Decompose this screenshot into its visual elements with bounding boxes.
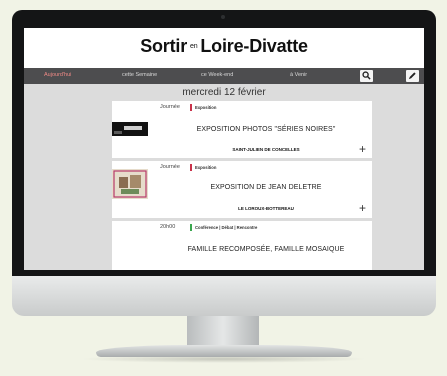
expand-button[interactable]: + xyxy=(359,202,366,214)
event-title[interactable]: FAMILLE RECOMPOSÉE, FAMILLE MOSAIQUE xyxy=(160,246,372,253)
nav-item-weekend[interactable]: ce Week-end xyxy=(201,72,233,78)
event-card-3[interactable]: 20h00 Conférence | Débat | Rencontre FAM… xyxy=(112,221,372,270)
event-card-1[interactable]: Journée Exposition EXPOSITION PHOTOS "SÉ… xyxy=(112,101,372,158)
event-time: Journée xyxy=(160,104,180,110)
pencil-icon xyxy=(408,72,416,80)
site-title-part2: Loire-Divatte xyxy=(200,36,308,56)
category-tag: Exposition xyxy=(190,104,216,111)
nav-item-today[interactable]: Aujourd'hui xyxy=(44,72,71,78)
monitor-chin xyxy=(12,276,436,316)
site-title-part1: Sortir xyxy=(140,36,187,56)
event-place: SAINT-JULIEN DE CONCELLES xyxy=(232,147,300,152)
monitor-stand-neck xyxy=(187,316,259,348)
site-title[interactable]: Sortir en Loire-Divatte xyxy=(24,36,424,57)
screen: Sortir en Loire-Divatte Aujourd'hui cette … xyxy=(24,28,424,270)
painting-image xyxy=(112,169,148,199)
date-heading: mercredi 12 février xyxy=(182,87,266,98)
monitor-bezel: Sortir en Loire-Divatte Aujourd'hui cette … xyxy=(12,10,436,276)
webcam xyxy=(221,15,225,19)
nav-item-upcoming[interactable]: à Venir xyxy=(290,72,307,78)
photo-image xyxy=(112,122,148,136)
event-thumbnail[interactable] xyxy=(112,169,148,199)
event-time: Journée xyxy=(160,164,180,170)
site-title-connector: en xyxy=(190,43,198,50)
search-button[interactable] xyxy=(360,70,373,82)
expand-button[interactable]: + xyxy=(359,143,366,155)
category-tag: Conférence | Débat | Rencontre xyxy=(190,224,257,231)
event-title[interactable]: EXPOSITION PHOTOS "SÉRIES NOIRES" xyxy=(160,126,372,133)
site-header: Sortir en Loire-Divatte xyxy=(24,28,424,68)
event-thumbnail[interactable] xyxy=(112,122,148,136)
event-card-2[interactable]: Journée Exposition EXPOSITION DE JEAN DE… xyxy=(112,161,372,218)
edit-button[interactable] xyxy=(406,70,419,82)
event-place: LE LOROUX-BOTTEREAU xyxy=(238,206,294,211)
category-tag: Exposition xyxy=(190,164,216,171)
nav-bar: Aujourd'hui cette Semaine ce Week-end à … xyxy=(24,68,424,84)
search-icon xyxy=(362,71,371,80)
event-time: 20h00 xyxy=(160,224,176,230)
event-title[interactable]: EXPOSITION DE JEAN DELETRE xyxy=(160,184,372,191)
monitor-stand-base xyxy=(96,345,352,357)
nav-item-week[interactable]: cette Semaine xyxy=(122,72,157,78)
